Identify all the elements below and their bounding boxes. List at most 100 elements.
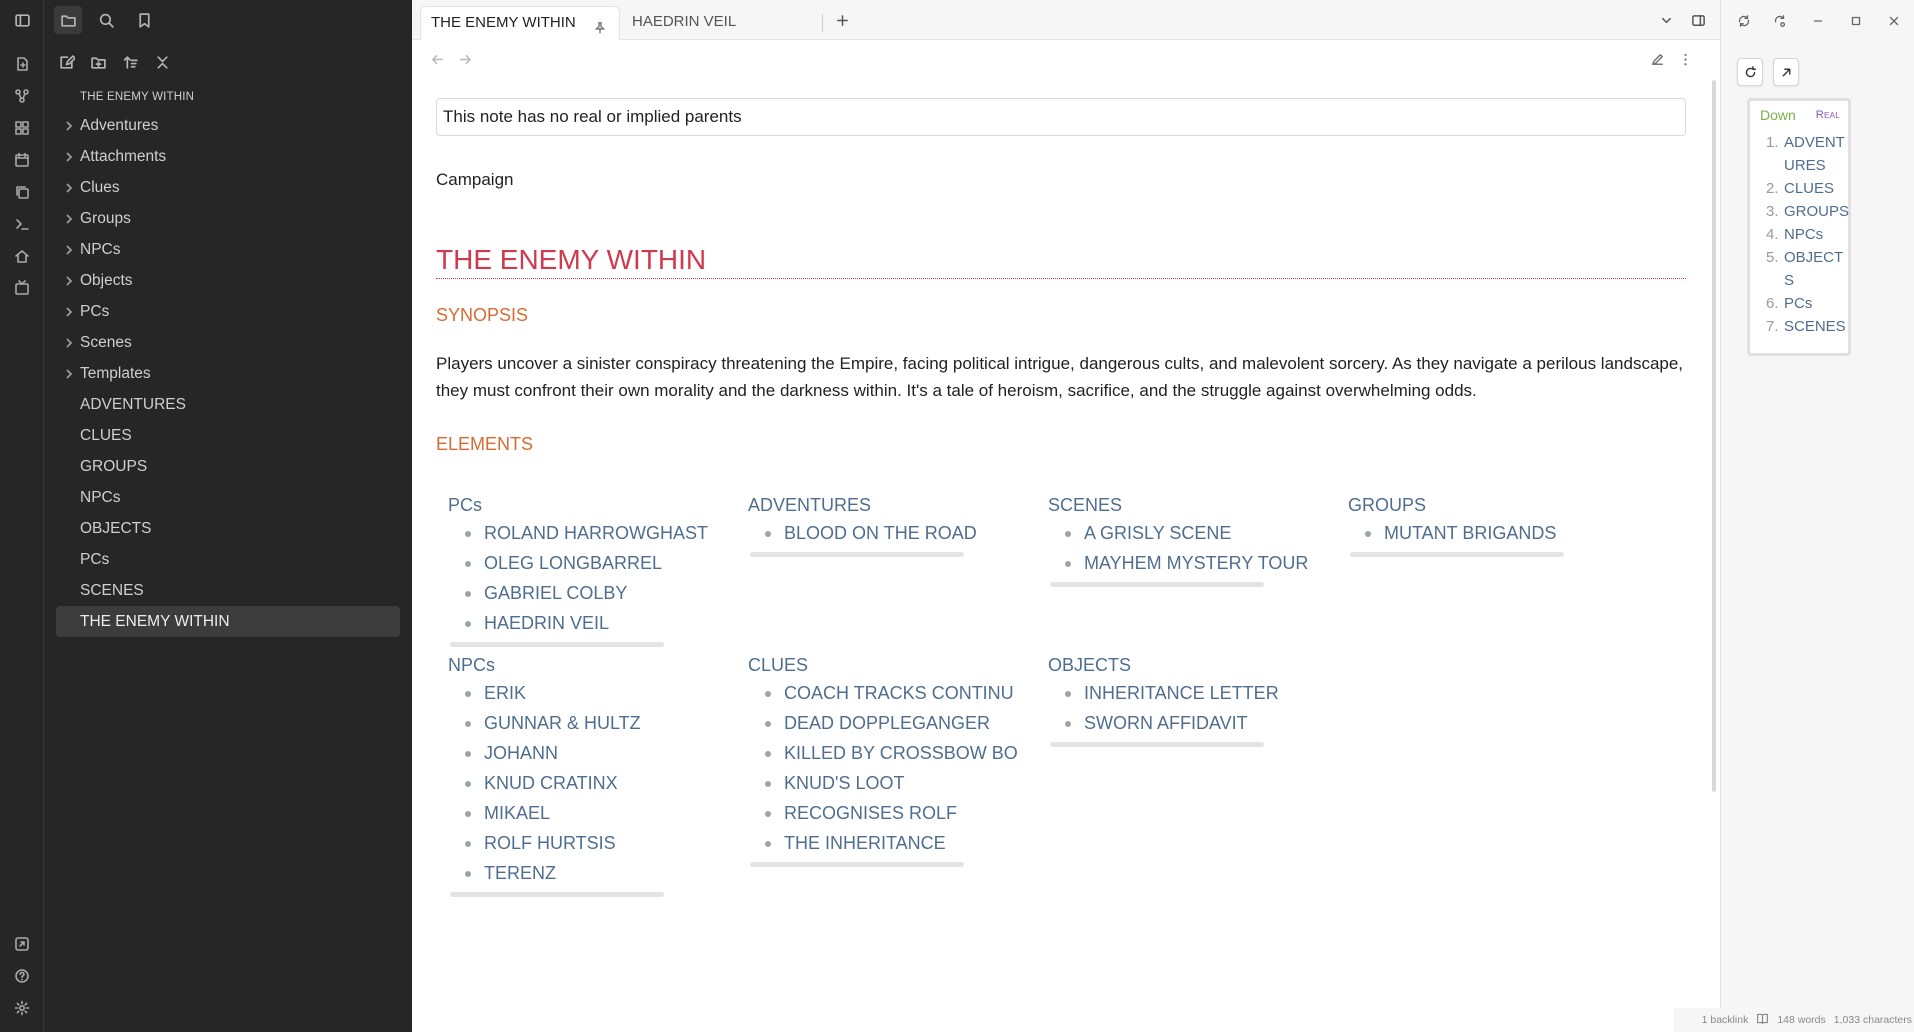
- list-item[interactable]: THE INHERITANCE: [748, 828, 1038, 858]
- list-item[interactable]: GABRIEL COLBY: [448, 578, 738, 608]
- toggle-left-sidebar-icon[interactable]: [8, 6, 36, 34]
- file-npcs[interactable]: NPCs: [56, 482, 400, 513]
- group-title[interactable]: SCENES: [1048, 492, 1338, 518]
- folder-attachments[interactable]: Attachments: [56, 141, 400, 172]
- pin-icon[interactable]: [593, 15, 609, 34]
- list-item[interactable]: 4. NPCs: [1754, 223, 1850, 246]
- list-item[interactable]: INHERITANCE LETTER: [1048, 678, 1338, 708]
- list-item[interactable]: 7. SCENES: [1754, 315, 1850, 338]
- list-item[interactable]: GUNNAR & HULTZ: [448, 708, 738, 738]
- new-note-pencil-icon[interactable]: [52, 48, 80, 76]
- open-view-arrow-button[interactable]: [1773, 58, 1799, 86]
- calendar-icon[interactable]: [10, 148, 34, 172]
- canvas-icon[interactable]: [10, 116, 34, 140]
- file-scenes[interactable]: SCENES: [56, 575, 400, 606]
- list-item[interactable]: ERIK: [448, 678, 738, 708]
- file-adventures[interactable]: ADVENTURES: [56, 389, 400, 420]
- folder-objects[interactable]: Objects: [56, 265, 400, 296]
- list-item[interactable]: MUTANT BRIGANDS: [1348, 518, 1638, 548]
- group-title[interactable]: ADVENTURES: [748, 492, 1038, 518]
- publish-icon[interactable]: [1769, 10, 1791, 32]
- folder-groups[interactable]: Groups: [56, 203, 400, 234]
- copy-icon[interactable]: [10, 180, 34, 204]
- folder-pcs[interactable]: PCs: [56, 296, 400, 327]
- group-title[interactable]: CLUES: [748, 652, 1038, 678]
- list-item[interactable]: 2. CLUES: [1754, 177, 1850, 200]
- terminal-icon[interactable]: [10, 212, 34, 236]
- right-sidebar: Down Real 1. ADVENTURES 2. CLUES 3. GROUPS …: [1720, 0, 1914, 1032]
- list-item[interactable]: BLOOD ON THE ROAD: [748, 518, 1038, 548]
- group-title[interactable]: OBJECTS: [1048, 652, 1338, 678]
- left-ribbon: [0, 0, 44, 1032]
- list-item[interactable]: MIKAEL: [448, 798, 738, 828]
- list-item[interactable]: COACH TRACKS CONTINU: [748, 678, 1038, 708]
- toggle-right-sidebar-icon[interactable]: [1686, 8, 1710, 32]
- file-clues[interactable]: CLUES: [56, 420, 400, 451]
- vault-name[interactable]: THE ENEMY WITHIN: [56, 84, 400, 110]
- group-title[interactable]: NPCs: [448, 652, 738, 678]
- files-tab-folder-icon[interactable]: [54, 6, 82, 34]
- minimize-icon[interactable]: [1807, 10, 1829, 32]
- refresh-button[interactable]: [1737, 58, 1763, 86]
- more-options-icon[interactable]: [1674, 48, 1696, 70]
- sort-icon[interactable]: [116, 48, 144, 76]
- list-item[interactable]: ROLF HURTSIS: [448, 828, 738, 858]
- new-folder-icon[interactable]: [84, 48, 112, 76]
- folder-scenes[interactable]: Scenes: [56, 327, 400, 358]
- help-icon[interactable]: [10, 964, 34, 988]
- home-icon[interactable]: [10, 244, 34, 268]
- list-item[interactable]: KNUD'S LOOT: [748, 768, 1038, 798]
- list-item[interactable]: DEAD DOPPLEGANGER: [748, 708, 1038, 738]
- file-groups[interactable]: GROUPS: [56, 451, 400, 482]
- search-icon[interactable]: [92, 6, 120, 34]
- list-item[interactable]: MAYHEM MYSTERY TOUR: [1048, 548, 1338, 578]
- list-item[interactable]: 6. PCs: [1754, 292, 1850, 315]
- list-item[interactable]: A GRISLY SCENE: [1048, 518, 1338, 548]
- forward-arrow-icon[interactable]: [454, 48, 476, 70]
- bookmark-icon[interactable]: [130, 6, 158, 34]
- file-pcs[interactable]: PCs: [56, 544, 400, 575]
- slides-icon[interactable]: [10, 276, 34, 300]
- list-item[interactable]: JOHANN: [448, 738, 738, 768]
- list-item[interactable]: 1. ADVENTURES: [1754, 131, 1850, 177]
- real-label[interactable]: Real: [1816, 109, 1840, 121]
- file-the-enemy-within[interactable]: THE ENEMY WITHIN: [56, 606, 400, 637]
- backlink-count[interactable]: 1 backlink: [1702, 1014, 1749, 1026]
- folder-templates[interactable]: Templates: [56, 358, 400, 389]
- file-objects[interactable]: OBJECTS: [56, 513, 400, 544]
- folder-adventures[interactable]: Adventures: [56, 110, 400, 141]
- list-item[interactable]: HAEDRIN VEIL: [448, 608, 738, 638]
- list-item[interactable]: 5. OBJECTS: [1754, 246, 1850, 292]
- list-item[interactable]: SWORN AFFIDAVIT: [1048, 708, 1338, 738]
- sync-icon[interactable]: [1733, 10, 1755, 32]
- editor-scrollbar[interactable]: [1712, 80, 1716, 792]
- list-item[interactable]: KNUD CRATINX: [448, 768, 738, 798]
- list-item[interactable]: 3. GROUPS: [1754, 200, 1850, 223]
- back-arrow-icon[interactable]: [426, 48, 448, 70]
- list-item[interactable]: TERENZ: [448, 858, 738, 888]
- list-item[interactable]: ROLAND HARROWGHAST: [448, 518, 738, 548]
- list-item[interactable]: OLEG LONGBARREL: [448, 548, 738, 578]
- close-icon[interactable]: [1883, 10, 1905, 32]
- list-item[interactable]: KILLED BY CROSSBOW BO: [748, 738, 1038, 768]
- tab-haedrin-veil[interactable]: HAEDRIN VEIL: [622, 6, 822, 40]
- chevron-right-icon: [62, 265, 76, 296]
- folder-npcs[interactable]: NPCs: [56, 234, 400, 265]
- breadcrumb-parents-box: This note has no real or implied parents: [436, 98, 1686, 136]
- settings-gear-icon[interactable]: [10, 996, 34, 1020]
- new-note-icon[interactable]: [10, 52, 34, 76]
- tab-list-chevron-down-icon[interactable]: [1654, 8, 1678, 32]
- group-title[interactable]: GROUPS: [1348, 492, 1638, 518]
- reading-view-book-icon[interactable]: [1756, 1012, 1769, 1028]
- maximize-icon[interactable]: [1845, 10, 1867, 32]
- group-title[interactable]: PCs: [448, 492, 738, 518]
- tab-the-enemy-within[interactable]: THE ENEMY WITHIN: [420, 6, 620, 40]
- new-tab-plus-icon[interactable]: [830, 8, 854, 32]
- graph-view-icon[interactable]: [10, 84, 34, 108]
- edit-pencil-icon[interactable]: [1646, 48, 1668, 70]
- folder-clues[interactable]: Clues: [56, 172, 400, 203]
- collapse-all-icon[interactable]: [148, 48, 176, 76]
- vault-switch-icon[interactable]: [10, 932, 34, 956]
- list-item[interactable]: RECOGNISES ROLF: [748, 798, 1038, 828]
- direction-down-label[interactable]: Down: [1760, 107, 1796, 123]
